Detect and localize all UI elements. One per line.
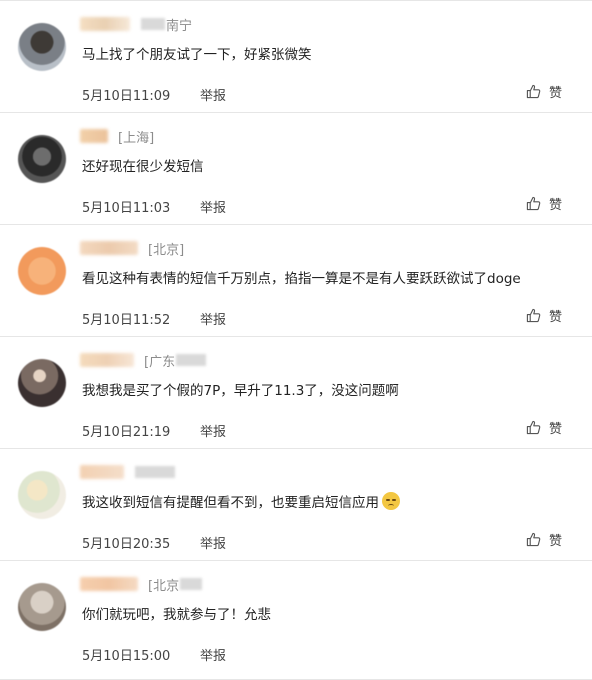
comment-timestamp: 5月10日11:09: [82, 89, 171, 104]
thumbs-up-icon: [526, 308, 541, 323]
like-label: 赞: [548, 86, 562, 101]
user-location: [134, 466, 176, 478]
comment-text-content: 马上找了个朋友试了一下，好紧张微笑: [82, 47, 312, 63]
username-masked[interactable]: [80, 241, 138, 255]
location-text: 南宁: [166, 18, 193, 34]
avatar[interactable]: [18, 247, 66, 295]
avatar[interactable]: [18, 359, 66, 407]
location-mosaic: [135, 466, 175, 478]
comment-item: [北京] 看见这种有表情的短信千万别点，掐指一算是不是有人要跃跃欲试了doge …: [0, 225, 592, 337]
thumbs-up-icon: [526, 84, 541, 99]
comment-timestamp: 5月10日11:52: [82, 313, 171, 328]
like-button[interactable]: 赞: [526, 306, 562, 325]
username-masked[interactable]: [80, 465, 124, 479]
comment-text: 马上找了个朋友试了一下，好紧张微笑: [82, 43, 312, 63]
comment-list: 南宁 马上找了个朋友试了一下，好紧张微笑 5月10日11:09 举报 赞 [上海…: [0, 0, 592, 680]
user-location: [广东: [144, 351, 207, 370]
like-button[interactable]: 赞: [526, 194, 562, 213]
comment-item: [广东 我想我是买了个假的7P，早升了11.3了，没这问题啊 5月10日21:1…: [0, 337, 592, 449]
comment-text-content: 你们就玩吧，我就参与了！允悲: [82, 607, 271, 623]
like-label: 赞: [548, 422, 562, 437]
comment-item: 南宁 马上找了个朋友试了一下，好紧张微笑 5月10日11:09 举报 赞: [0, 1, 592, 113]
comment-text: 我这收到短信有提醒但看不到，也要重启短信应用: [82, 491, 400, 511]
comment-meta: 5月10日20:35 举报: [82, 533, 226, 552]
comment-meta: 5月10日15:00 举报: [82, 645, 226, 664]
location-text: [广东: [144, 354, 176, 370]
avatar[interactable]: [18, 471, 66, 519]
user-row: [北京: [80, 573, 203, 595]
report-link[interactable]: 举报: [200, 645, 226, 664]
location-mosaic: [180, 578, 203, 590]
comment-meta: 5月10日21:19 举报: [82, 421, 226, 440]
comment-text: 我想我是买了个假的7P，早升了11.3了，没这问题啊: [82, 379, 399, 399]
comment-item: 我这收到短信有提醒但看不到，也要重启短信应用 5月10日20:35 举报 赞: [0, 449, 592, 561]
comment-timestamp: 5月10日15:00: [82, 649, 171, 664]
report-link[interactable]: 举报: [200, 421, 226, 440]
location-mosaic: [141, 18, 165, 30]
like-label: 赞: [548, 198, 562, 213]
comment-text: 你们就玩吧，我就参与了！允悲: [82, 603, 271, 623]
user-row: [北京]: [80, 237, 184, 259]
username-masked[interactable]: [80, 577, 138, 591]
comment-text-content: 我这收到短信有提醒但看不到，也要重启短信应用: [82, 495, 379, 511]
avatar[interactable]: [18, 135, 66, 183]
user-row: [上海]: [80, 125, 154, 147]
like-button[interactable]: 赞: [526, 530, 562, 549]
location-mosaic: [176, 354, 207, 366]
report-link[interactable]: 举报: [200, 309, 226, 328]
user-location: [上海]: [118, 127, 154, 146]
comment-text-content: 还好现在很少发短信: [82, 159, 204, 175]
comment-meta: 5月10日11:52 举报: [82, 309, 226, 328]
report-link[interactable]: 举报: [200, 85, 226, 104]
like-label: 赞: [548, 310, 562, 325]
comment-meta: 5月10日11:03 举报: [82, 197, 226, 216]
comment-item: [北京 你们就玩吧，我就参与了！允悲 5月10日15:00 举报: [0, 561, 592, 673]
sad-face-emoji-icon: [382, 492, 400, 510]
comment-text-content: 看见这种有表情的短信千万别点，掐指一算是不是有人要跃跃欲试了doge: [82, 271, 521, 287]
comment-text: 还好现在很少发短信: [82, 155, 204, 175]
location-text: [北京]: [148, 242, 185, 258]
like-label: 赞: [548, 534, 562, 549]
comment-meta: 5月10日11:09 举报: [82, 85, 226, 104]
user-location: [北京: [148, 575, 203, 594]
user-row: [广东: [80, 349, 207, 371]
comment-item: [上海] 还好现在很少发短信 5月10日11:03 举报 赞: [0, 113, 592, 225]
avatar[interactable]: [18, 583, 66, 631]
report-link[interactable]: 举报: [200, 197, 226, 216]
avatar[interactable]: [18, 23, 66, 71]
comment-timestamp: 5月10日20:35: [82, 537, 171, 552]
comment-timestamp: 5月10日21:19: [82, 425, 171, 440]
comment-text: 看见这种有表情的短信千万别点，掐指一算是不是有人要跃跃欲试了doge: [82, 267, 521, 287]
username-masked[interactable]: [80, 353, 134, 367]
location-text: [上海]: [118, 130, 155, 146]
like-button[interactable]: 赞: [526, 82, 562, 101]
thumbs-up-icon: [526, 420, 541, 435]
comment-text-content: 我想我是买了个假的7P，早升了11.3了，没这问题啊: [82, 383, 399, 399]
username-masked[interactable]: [80, 129, 108, 143]
user-location: 南宁: [140, 15, 192, 34]
report-link[interactable]: 举报: [200, 533, 226, 552]
comment-timestamp: 5月10日11:03: [82, 201, 171, 216]
thumbs-up-icon: [526, 532, 541, 547]
user-location: [北京]: [148, 239, 184, 258]
user-row: [80, 461, 176, 483]
location-text: [北京: [148, 578, 180, 594]
username-masked[interactable]: [80, 17, 130, 31]
user-row: 南宁: [80, 13, 192, 35]
thumbs-up-icon: [526, 196, 541, 211]
like-button[interactable]: 赞: [526, 418, 562, 437]
